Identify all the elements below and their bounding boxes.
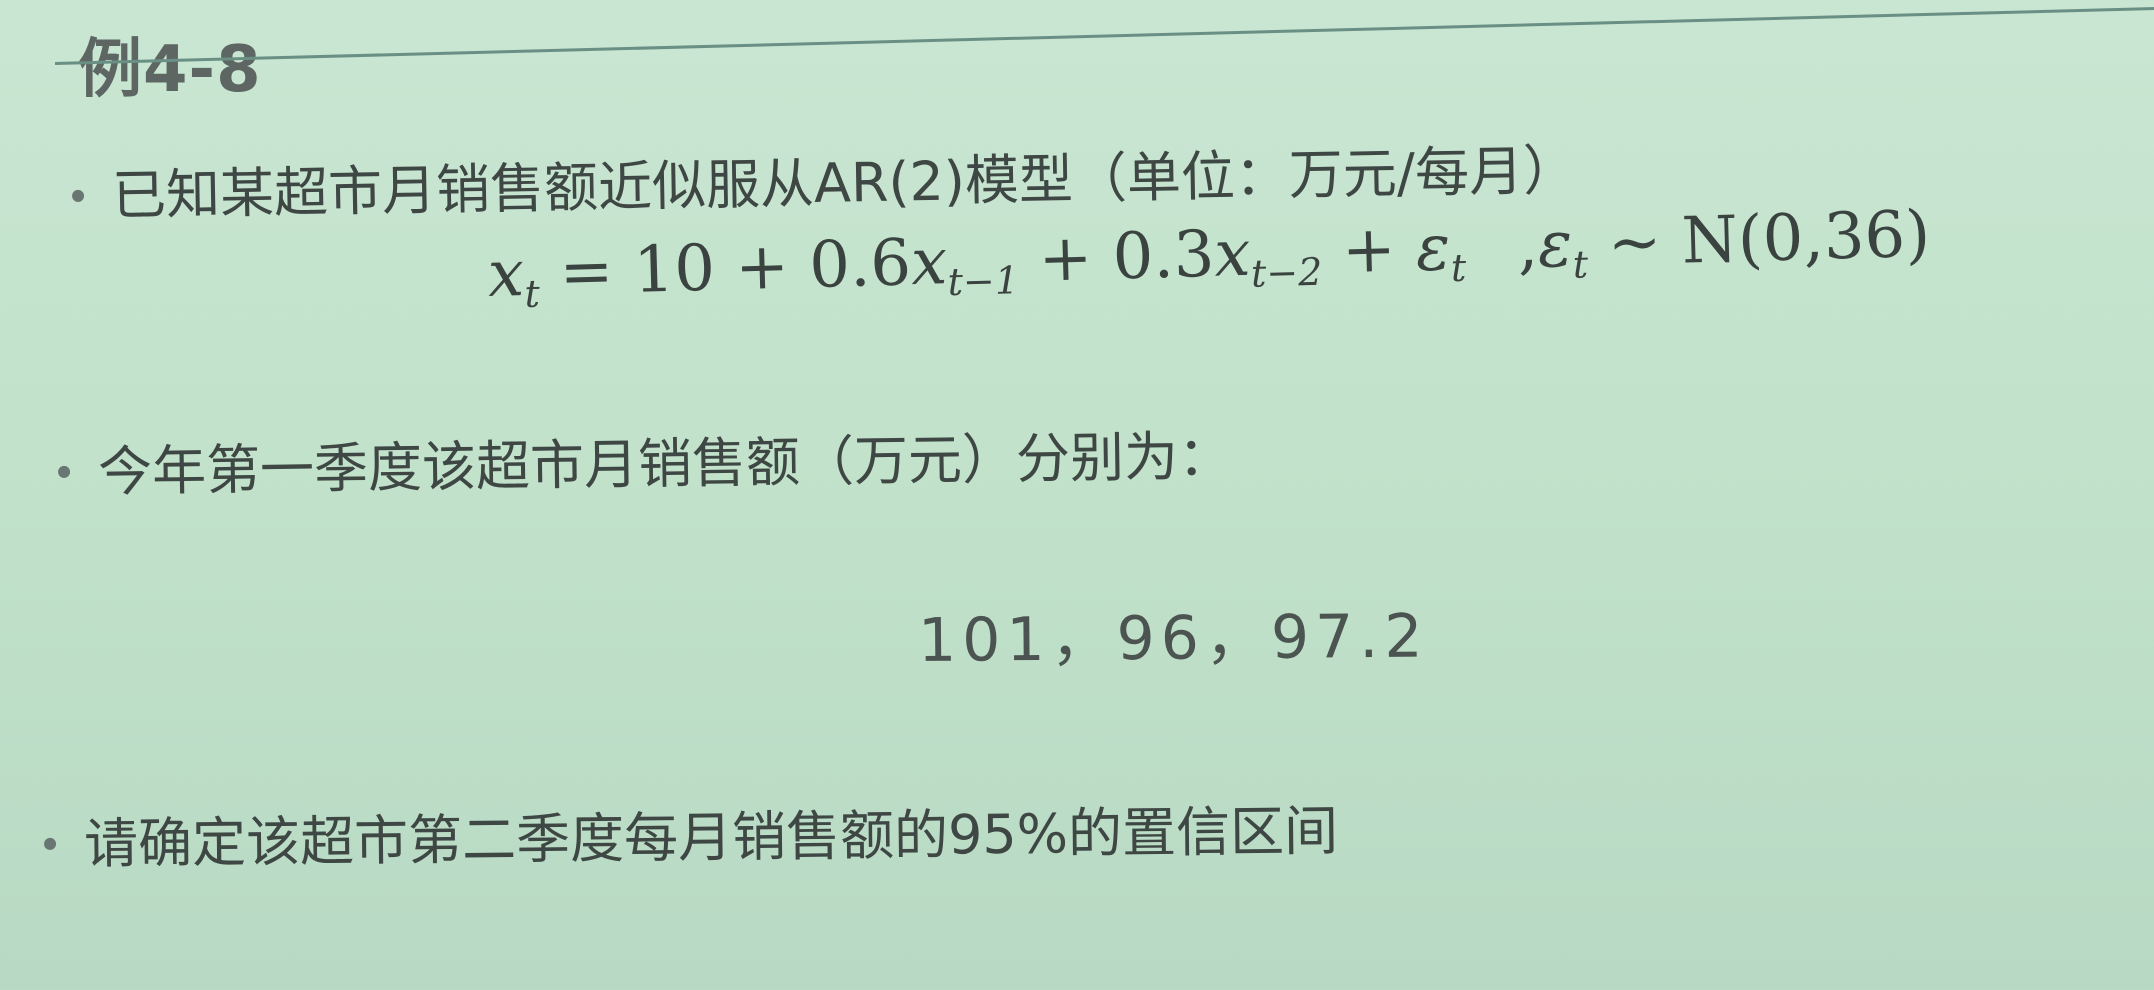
- bullet-text: 请确定该超市第二季度每月销售额的95%的置信区间: [83, 799, 1339, 876]
- bullet-dot-icon: [71, 190, 85, 203]
- formula-x: x: [486, 237, 526, 312]
- formula-const: = 10 + 0.6: [538, 226, 913, 311]
- formula-x-lag2: x: [1213, 216, 1252, 292]
- formula-coef-03: + 0.3: [1017, 217, 1216, 298]
- formula-epsilon: ε: [1414, 211, 1452, 287]
- slide-title: 例4-8: [78, 33, 262, 107]
- formula-distribution: ~ N(0,36): [1586, 197, 1932, 282]
- formula-sub-t-eps: t: [1450, 245, 1467, 291]
- bullet-q1-sales: 今年第一季度该超市月销售额（万元）分别为：: [57, 412, 1232, 507]
- formula-sub-t: t: [523, 271, 541, 316]
- slide: 例4-8 已知某超市月销售额近似服从AR(2)模型（单位：万元/每月） xt =…: [0, 0, 2154, 990]
- formula-x-lag1: x: [909, 225, 949, 301]
- bullet-dot-icon: [57, 466, 71, 479]
- formula-sub-t-eps2: t: [1572, 242, 1589, 287]
- bullet-text: 今年第一季度该超市月销售额（万元）分别为：: [97, 424, 1233, 504]
- q1-sales-values: 101，96，97.2: [917, 601, 1429, 676]
- bullet-question: 请确定该超市第二季度每月销售额的95%的置信区间: [43, 786, 1339, 879]
- formula-gap: [1466, 267, 1518, 268]
- formula-sub-t-2: t−2: [1250, 249, 1323, 296]
- bullet-dot-icon: [43, 838, 57, 851]
- title-underline: [54, 6, 2154, 65]
- formula-comma: ,: [1516, 208, 1539, 284]
- formula-sub-t-1: t−1: [947, 258, 1020, 305]
- formula-plus: +: [1320, 212, 1418, 289]
- formula-epsilon-2: ε: [1536, 207, 1574, 283]
